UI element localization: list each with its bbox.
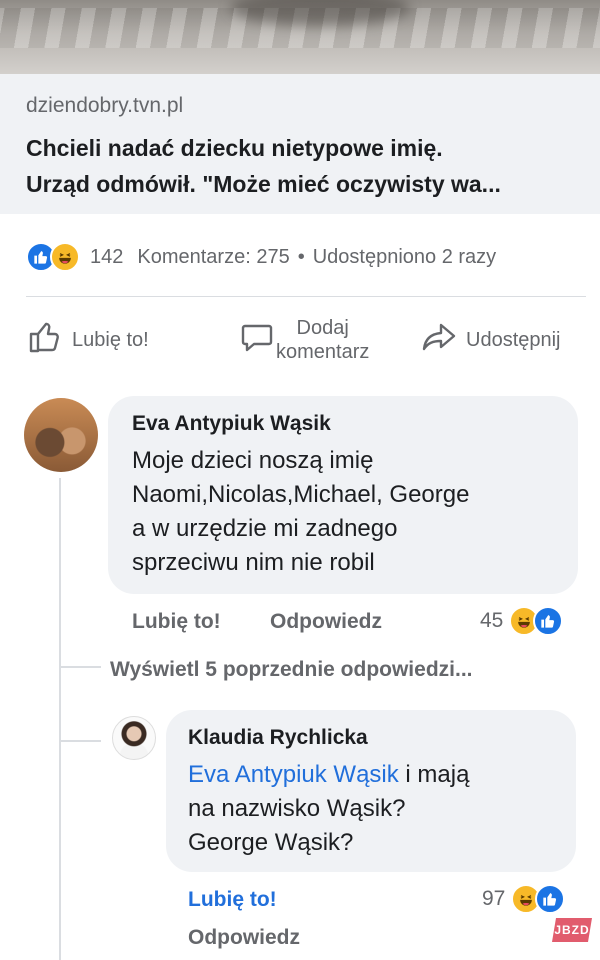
share-arrow-icon xyxy=(420,321,458,359)
avatar[interactable] xyxy=(24,398,98,472)
like-button-label: Lubię to! xyxy=(72,329,149,351)
comment-text-line: sprzeciwu nim nie robil xyxy=(132,549,375,576)
comment-button[interactable]: Dodaj komentarz xyxy=(240,310,369,370)
link-title-line2: Urząd odmówił. "Może mieć oczywisty wa..… xyxy=(26,171,501,197)
comment-bubble[interactable]: Eva Antypiuk Wąsik Moje dzieci noszą imi… xyxy=(108,396,578,594)
reply-bubble[interactable]: Klaudia Rychlicka Eva Antypiuk Wąsik i m… xyxy=(166,710,576,872)
reply-text-fragment: i mają xyxy=(398,761,470,788)
reaction-stats-row[interactable]: 142 Komentarze: 275 • Udostępniono 2 raz… xyxy=(26,240,496,274)
stats-divider xyxy=(26,296,586,297)
reply-reactions[interactable]: 97 xyxy=(482,884,566,914)
reply-reply-link[interactable]: Odpowiedz xyxy=(188,926,300,950)
stats-separator: • xyxy=(297,245,305,268)
comment-label-line1: Dodaj xyxy=(296,317,349,339)
comment-reaction-count: 45 xyxy=(480,609,504,632)
thumbs-up-icon xyxy=(28,320,64,360)
thread-line xyxy=(59,478,61,960)
comment-like-link[interactable]: Lubię to! xyxy=(132,610,221,634)
reply-author[interactable]: Klaudia Rychlicka xyxy=(188,726,368,750)
comment-text-line: Naomi,Nicolas,Michael, George xyxy=(132,481,470,508)
like-reaction-icon xyxy=(533,606,564,636)
reply-like-link[interactable]: Lubię to! xyxy=(188,888,277,912)
link-preview-image[interactable] xyxy=(0,0,600,74)
comments-count[interactable]: Komentarze: 275 xyxy=(137,246,289,269)
comment-button-label: Dodaj komentarz xyxy=(276,316,369,364)
reply-text-line: George Wąsik? xyxy=(188,829,354,856)
link-title[interactable]: Chcieli nadać dziecku nietypowe imię. Ur… xyxy=(26,130,586,202)
link-title-line1: Chcieli nadać dziecku nietypowe imię. xyxy=(26,135,443,161)
avatar[interactable] xyxy=(112,716,156,760)
reaction-count[interactable]: 142 xyxy=(90,246,123,269)
thread-branch xyxy=(61,740,101,742)
reply-text-line: na nazwisko Wąsik? xyxy=(188,795,406,822)
share-button[interactable]: Udostępnij xyxy=(420,310,561,370)
comment-reactions[interactable]: 45 xyxy=(480,606,564,636)
thread-branch xyxy=(61,666,101,668)
reply-text-line: Eva Antypiuk Wąsik i mają xyxy=(188,758,469,792)
like-button[interactable]: Lubię to! xyxy=(28,310,149,370)
watermark-logo: JBZD xyxy=(552,918,592,942)
comment-text-line: Moje dzieci noszą imię xyxy=(132,447,374,474)
haha-reaction-icon xyxy=(50,242,80,272)
share-button-label: Udostępnij xyxy=(466,329,561,351)
link-domain: dziendobry.tvn.pl xyxy=(26,94,184,117)
shares-count[interactable]: Udostępniono 2 razy xyxy=(313,246,496,269)
reply-reaction-count: 97 xyxy=(482,887,506,910)
comment-reply-link[interactable]: Odpowiedz xyxy=(270,610,382,634)
view-previous-replies-link[interactable]: Wyświetl 5 poprzednie odpowiedzi... xyxy=(110,658,473,682)
comment-label-line2: komentarz xyxy=(276,341,370,363)
comment-author[interactable]: Eva Antypiuk Wąsik xyxy=(132,412,331,436)
mention-link[interactable]: Eva Antypiuk Wąsik xyxy=(188,761,399,788)
comment-text-line: a w urzędzie mi zadnego xyxy=(132,515,398,542)
like-reaction-icon xyxy=(535,884,566,914)
comment-bubble-icon xyxy=(240,320,274,360)
